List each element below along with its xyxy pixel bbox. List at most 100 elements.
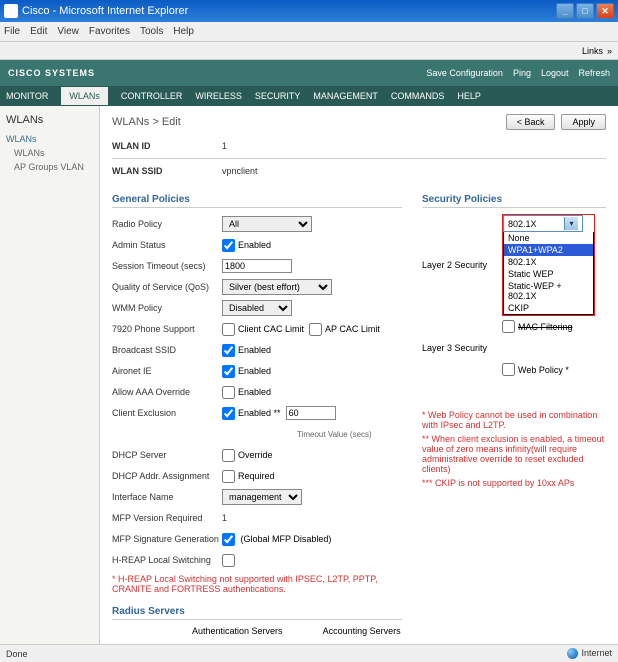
note-web-policy: * Web Policy cannot be used in combinati… (422, 410, 606, 430)
menu-file[interactable]: File (4, 26, 20, 37)
status-zone: Internet (581, 648, 612, 658)
menu-favorites[interactable]: Favorites (89, 26, 130, 37)
statusbar: Done Internet (0, 644, 618, 662)
aaa-label: Allow AAA Override (112, 387, 222, 397)
qos-select[interactable]: Silver (best effort) (222, 279, 332, 295)
aaa-check[interactable] (222, 386, 235, 399)
sidebar-item-wlans-sub[interactable]: WLANs (6, 148, 93, 158)
sidebar: WLANs WLANs WLANs AP Groups VLAN (0, 106, 100, 644)
menubar: File Edit View Favorites Tools Help (0, 22, 618, 42)
chevron-down-icon[interactable]: ▾ (564, 217, 578, 230)
exclusion-check[interactable] (222, 407, 235, 420)
nav-wireless[interactable]: WIRELESS (195, 87, 242, 105)
ap-cac-check[interactable] (309, 323, 322, 336)
nav-controller[interactable]: CONTROLLER (121, 87, 183, 105)
exclusion-hint: Timeout Value (secs) (297, 430, 372, 439)
wlan-ssid-label: WLAN SSID (112, 166, 163, 176)
broadcast-check[interactable] (222, 344, 235, 357)
note-ckip: *** CKIP is not supported by 10xx APs (422, 478, 606, 488)
refresh-link[interactable]: Refresh (578, 68, 610, 78)
cisco-logo: CISCO SYSTEMS (8, 68, 95, 78)
ping-link[interactable]: Ping (513, 68, 531, 78)
mfp-sig-label: MFP Signature Generation (112, 534, 222, 544)
client-cac-check[interactable] (222, 323, 235, 336)
qos-label: Quality of Service (QoS) (112, 282, 222, 292)
l2-opt-wep8021x[interactable]: Static-WEP + 802.1X (504, 280, 593, 302)
aironet-check[interactable] (222, 365, 235, 378)
wmm-label: WMM Policy (112, 303, 222, 313)
dhcp-server-label: DHCP Server (112, 450, 222, 460)
general-policies-title: General Policies (112, 190, 402, 208)
menu-view[interactable]: View (57, 26, 79, 37)
l2-opt-none[interactable]: None (504, 232, 593, 244)
l2-opt-8021x[interactable]: 802.1X (504, 256, 593, 268)
aironet-label: Aironet IE (112, 366, 222, 376)
session-timeout-label: Session Timeout (secs) (112, 261, 222, 271)
close-button[interactable]: ✕ (596, 3, 614, 19)
note-exclusion: ** When client exclusion is enabled, a t… (422, 434, 606, 474)
sidebar-item-apgroups[interactable]: AP Groups VLAN (6, 162, 93, 172)
sidebar-title: WLANs (6, 114, 93, 126)
web-policy-check[interactable] (502, 363, 515, 376)
wlan-ssid-value: vpnclient (222, 166, 258, 176)
dhcp-addr-check[interactable] (222, 470, 235, 483)
radio-policy-label: Radio Policy (112, 219, 222, 229)
content: WLANs > Edit < Back Apply WLAN ID1 WLAN … (100, 106, 618, 644)
navbar: MONITOR WLANs CONTROLLER WIRELESS SECURI… (0, 86, 618, 106)
broadcast-label: Broadcast SSID (112, 345, 222, 355)
links-toolbar: Links » (0, 42, 618, 60)
l2-opt-wep[interactable]: Static WEP (504, 268, 593, 280)
radio-policy-select[interactable]: All (222, 216, 312, 232)
window-title: Cisco - Microsoft Internet Explorer (22, 5, 188, 17)
l3-security-label: Layer 3 Security (422, 343, 502, 353)
dhcp-addr-label: DHCP Addr. Assignment (112, 471, 222, 481)
back-button[interactable]: < Back (506, 114, 556, 130)
wlan-id-value: 1 (222, 141, 227, 151)
acct-servers-label: Accounting Servers (323, 626, 401, 636)
l2-security-dropdown[interactable]: 802.1X▾ None WPA1+WPA2 802.1X Static WEP… (502, 214, 595, 316)
nav-commands[interactable]: COMMANDS (391, 87, 445, 105)
breadcrumb: WLANs > Edit (112, 116, 181, 128)
mfp-ver-label: MFP Version Required (112, 513, 222, 523)
hreap-label: H-REAP Local Switching (112, 555, 222, 565)
menu-tools[interactable]: Tools (140, 26, 163, 37)
mfp-sig-check[interactable] (222, 533, 235, 546)
security-policies-title: Security Policies (422, 190, 606, 208)
save-config-link[interactable]: Save Configuration (426, 68, 503, 78)
nav-management[interactable]: MANAGEMENT (313, 87, 378, 105)
menu-edit[interactable]: Edit (30, 26, 47, 37)
nav-monitor[interactable]: MONITOR (6, 87, 48, 105)
apply-button[interactable]: Apply (561, 114, 606, 130)
interface-label: Interface Name (112, 492, 222, 502)
nav-help[interactable]: HELP (457, 87, 481, 105)
phone-label: 7920 Phone Support (112, 324, 222, 334)
sidebar-item-wlans[interactable]: WLANs (6, 134, 93, 144)
wmm-select[interactable]: Disabled (222, 300, 292, 316)
mac-filter-check[interactable] (502, 320, 515, 333)
admin-status-check[interactable] (222, 239, 235, 252)
maximize-button[interactable]: □ (576, 3, 594, 19)
logout-link[interactable]: Logout (541, 68, 569, 78)
hreap-check[interactable] (222, 554, 235, 567)
exclusion-input[interactable] (286, 406, 336, 420)
links-label[interactable]: Links (582, 46, 603, 56)
menu-help[interactable]: Help (173, 26, 194, 37)
banner: CISCO SYSTEMS Save Configuration Ping Lo… (0, 60, 618, 86)
session-timeout-input[interactable] (222, 259, 292, 273)
l2-security-label: Layer 2 Security (422, 260, 502, 270)
l2-opt-wpa[interactable]: WPA1+WPA2 (504, 244, 593, 256)
dhcp-server-check[interactable] (222, 449, 235, 462)
auth-servers-label: Authentication Servers (192, 626, 283, 636)
chevron-icon[interactable]: » (607, 46, 612, 56)
mfp-ver-value: 1 (222, 513, 227, 523)
internet-icon (567, 648, 578, 659)
hreap-note: * H-REAP Local Switching not supported w… (112, 574, 402, 594)
radius-title: Radius Servers (112, 602, 402, 620)
titlebar: Cisco - Microsoft Internet Explorer _ □ … (0, 0, 618, 22)
l2-opt-ckip[interactable]: CKIP (504, 302, 593, 314)
exclusion-label: Client Exclusion (112, 408, 222, 418)
interface-select[interactable]: management (222, 489, 302, 505)
nav-wlans[interactable]: WLANs (61, 87, 108, 105)
nav-security[interactable]: SECURITY (255, 87, 301, 105)
minimize-button[interactable]: _ (556, 3, 574, 19)
